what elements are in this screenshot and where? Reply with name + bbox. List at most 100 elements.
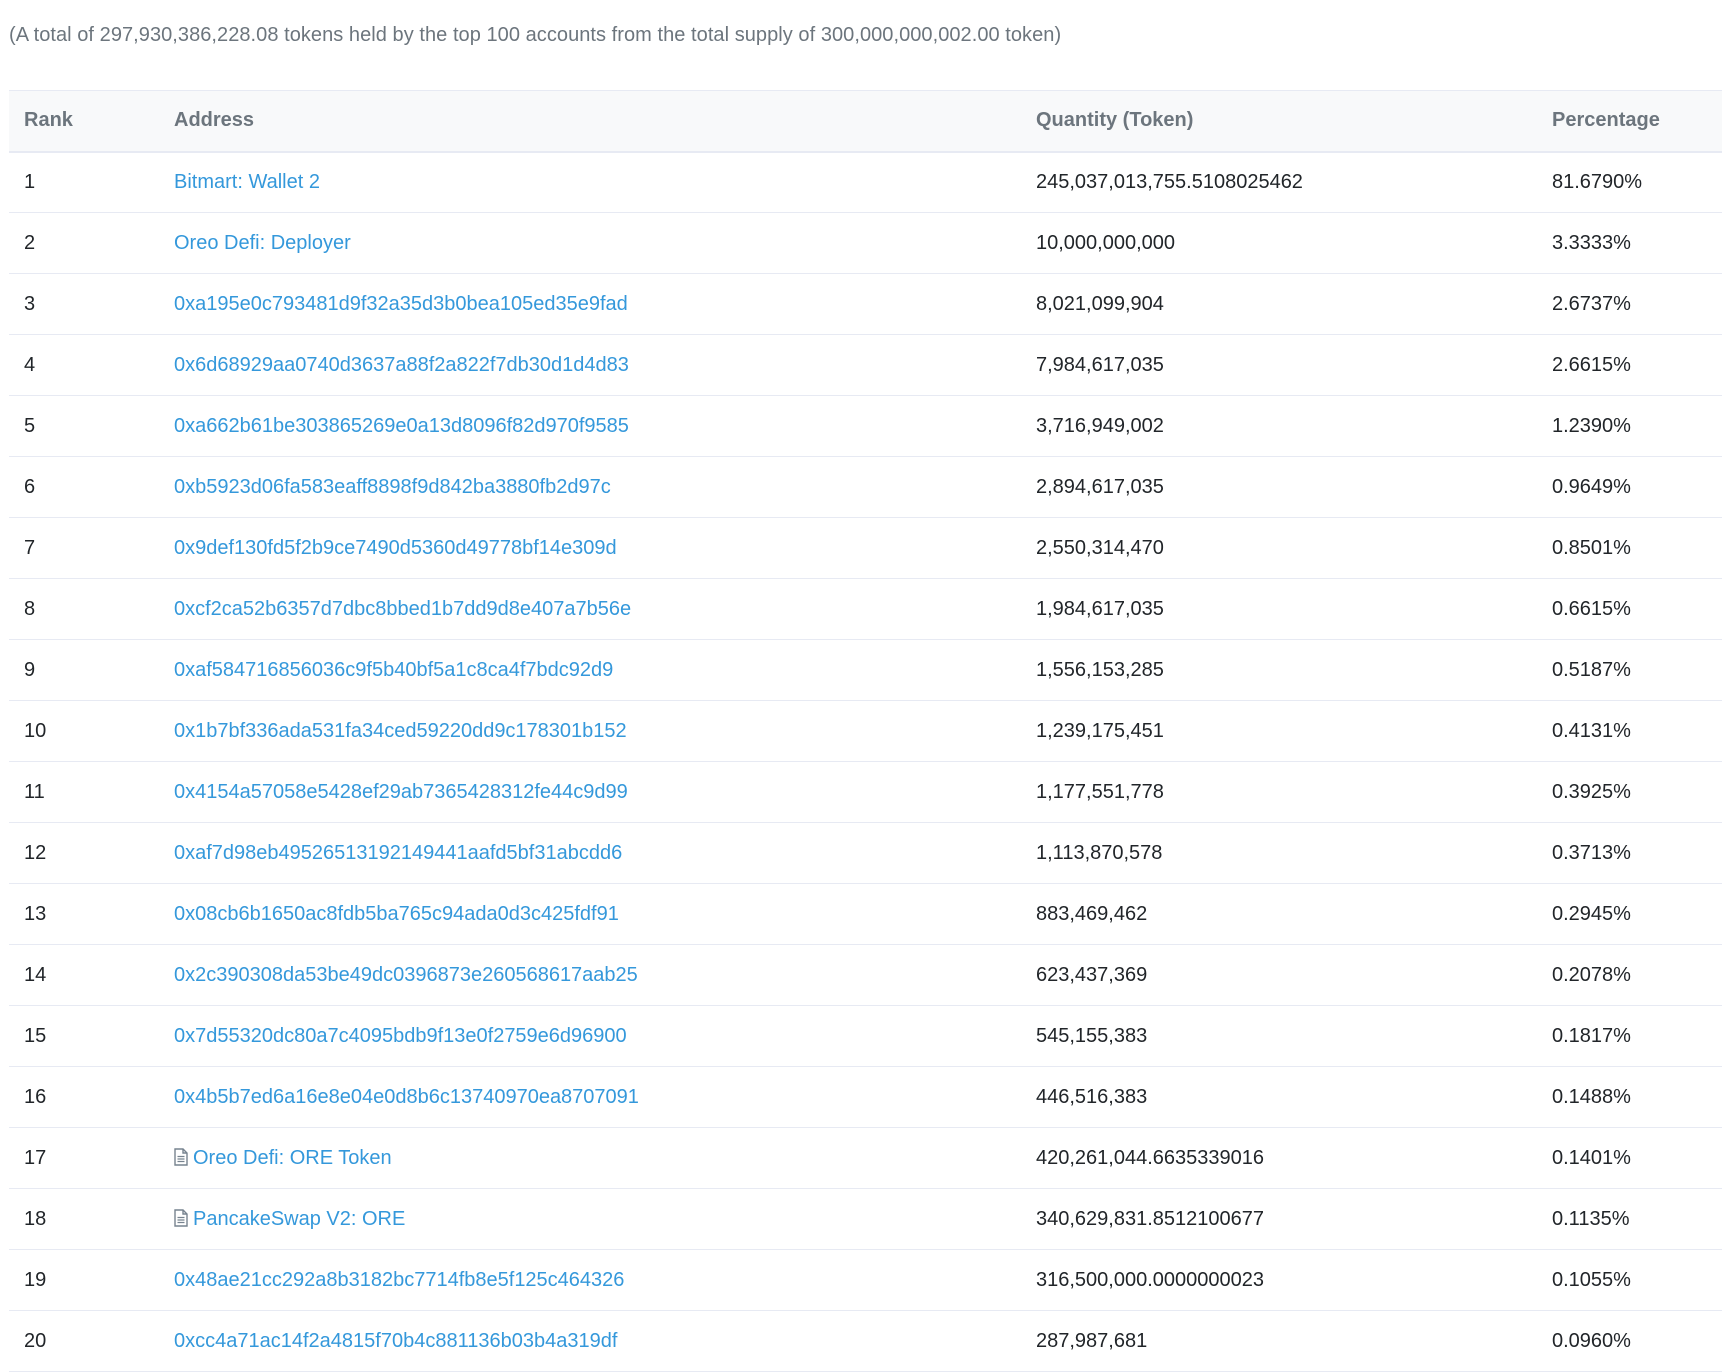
- percentage-cell: 3.3333%: [1552, 231, 1631, 254]
- table-row: 10 0x1b7bf336ada531fa34ced59220dd9c178301…: [9, 701, 1722, 762]
- quantity-cell: 3,716,949,002: [1036, 414, 1164, 437]
- table-row: 18 PancakeSwap V2: ORE 340,629,831.8512100…: [9, 1189, 1722, 1250]
- address-cell: 0xaf7d98eb49526513192149441aafd5bf31abcd…: [159, 823, 1021, 884]
- table-header: Rank Address Quantity (Token) Percentage: [9, 90, 1722, 152]
- table-row: 16 0x4b5b7ed6a16e8e04e0d8b6c13740970ea870…: [9, 1067, 1722, 1128]
- quantity-cell: 1,177,551,778: [1036, 780, 1164, 803]
- rank-cell: 18: [24, 1207, 47, 1230]
- table-row: 2 Oreo Defi: Deployer 10,000,000,000 3.3333…: [9, 213, 1722, 274]
- quantity-cell: 1,984,617,035: [1036, 597, 1164, 620]
- table-row: 7 0x9def130fd5f2b9ce7490d5360d49778bf14e3…: [9, 518, 1722, 579]
- percentage-cell: 0.6615%: [1552, 597, 1631, 620]
- address-link[interactable]: 0x6d68929aa0740d3637a88f2a822f7db30d1d4d…: [174, 354, 629, 376]
- percentage-cell: 0.3713%: [1552, 841, 1631, 864]
- address-link[interactable]: 0xa662b61be303865269e0a13d8096f82d970f95…: [174, 415, 629, 437]
- address-link[interactable]: 0xb5923d06fa583eaff8898f9d842ba3880fb2d9…: [174, 476, 611, 498]
- holders-summary: (A total of 297,930,386,228.08 tokens he…: [9, 24, 1062, 46]
- address-link[interactable]: 0xcf2ca52b6357d7dbc8bbed1b7dd9d8e407a7b5…: [174, 598, 631, 620]
- rank-cell: 13: [24, 902, 47, 925]
- rank-cell: 7: [24, 536, 36, 559]
- rank-cell: 20: [24, 1329, 47, 1352]
- rank-cell: 8: [24, 597, 36, 620]
- percentage-cell: 0.1488%: [1552, 1085, 1631, 1108]
- rank-cell: 4: [24, 353, 36, 376]
- address-cell: 0xcf2ca52b6357d7dbc8bbed1b7dd9d8e407a7b5…: [159, 579, 1021, 640]
- percentage-cell: 0.9649%: [1552, 475, 1631, 498]
- table-row: 14 0x2c390308da53be49dc0396873e260568617a…: [9, 945, 1722, 1006]
- table-body: 1 Bitmart: Wallet 2 245,037,013,755.510802…: [9, 152, 1722, 1372]
- table-row: 11 0x4154a57058e5428ef29ab7365428312fe44c…: [9, 762, 1722, 823]
- address-cell: 0xaf584716856036c9f5b40bf5a1c8ca4f7bdc92…: [159, 640, 1021, 701]
- quantity-cell: 287,987,681: [1036, 1329, 1148, 1352]
- table-row: 1 Bitmart: Wallet 2 245,037,013,755.510802…: [9, 152, 1722, 213]
- quantity-cell: 2,894,617,035: [1036, 475, 1164, 498]
- address-link[interactable]: 0x08cb6b1650ac8fdb5ba765c94ada0d3c425fdf…: [174, 903, 619, 925]
- address-link[interactable]: 0x9def130fd5f2b9ce7490d5360d49778bf14e30…: [174, 537, 617, 559]
- address-link[interactable]: Oreo Defi: ORE Token: [193, 1147, 392, 1169]
- percentage-cell: 1.2390%: [1552, 414, 1631, 437]
- table-row: 17 Oreo Defi: ORE Token 420,261,044.663533…: [9, 1128, 1722, 1189]
- address-cell: 0x2c390308da53be49dc0396873e260568617aab…: [159, 945, 1021, 1006]
- address-link[interactable]: 0x2c390308da53be49dc0396873e260568617aab…: [174, 964, 638, 986]
- rank-cell: 15: [24, 1024, 47, 1047]
- address-link[interactable]: Bitmart: Wallet 2: [174, 171, 320, 193]
- quantity-cell: 420,261,044.6635339016: [1036, 1146, 1265, 1169]
- address-link[interactable]: 0xaf7d98eb49526513192149441aafd5bf31abcd…: [174, 842, 622, 864]
- table-row: 15 0x7d55320dc80a7c4095bdb9f13e0f2759e6d9…: [9, 1006, 1722, 1067]
- address-link[interactable]: 0x7d55320dc80a7c4095bdb9f13e0f2759e6d969…: [174, 1025, 627, 1047]
- address-cell: 0x7d55320dc80a7c4095bdb9f13e0f2759e6d969…: [159, 1006, 1021, 1067]
- percentage-cell: 0.1135%: [1552, 1207, 1630, 1230]
- rank-cell: 3: [24, 292, 36, 315]
- rank-cell: 16: [24, 1085, 47, 1108]
- table-row: 19 0x48ae21cc292a8b3182bc7714fb8e5f125c46…: [9, 1250, 1722, 1311]
- file-icon: [174, 1208, 188, 1227]
- percentage-cell: 2.6737%: [1552, 292, 1631, 315]
- address-cell: 0x9def130fd5f2b9ce7490d5360d49778bf14e30…: [159, 518, 1021, 579]
- rank-cell: 10: [24, 719, 47, 742]
- table-row: 5 0xa662b61be303865269e0a13d8096f82d970f9…: [9, 396, 1722, 457]
- address-cell: PancakeSwap V2: ORE: [159, 1189, 1021, 1250]
- rank-cell: 1: [24, 170, 36, 193]
- quantity-cell: 245,037,013,755.5108025462: [1036, 170, 1303, 193]
- quantity-cell: 1,113,870,578: [1036, 841, 1163, 864]
- address-link[interactable]: PancakeSwap V2: ORE: [193, 1208, 405, 1230]
- rank-cell: 5: [24, 414, 36, 437]
- quantity-cell: 883,469,462: [1036, 902, 1148, 925]
- quantity-cell: 2,550,314,470: [1036, 536, 1164, 559]
- header-address: Address: [174, 109, 255, 132]
- address-cell: 0xb5923d06fa583eaff8898f9d842ba3880fb2d9…: [159, 457, 1021, 518]
- address-cell: 0x08cb6b1650ac8fdb5ba765c94ada0d3c425fdf…: [159, 884, 1021, 945]
- header-quantity: Quantity (Token): [1036, 109, 1194, 132]
- quantity-cell: 316,500,000.0000000023: [1036, 1268, 1265, 1291]
- address-cell: 0x1b7bf336ada531fa34ced59220dd9c178301b1…: [159, 701, 1021, 762]
- rank-cell: 6: [24, 475, 36, 498]
- percentage-cell: 0.5187%: [1552, 658, 1631, 681]
- table-row: 4 0x6d68929aa0740d3637a88f2a822f7db30d1d4…: [9, 335, 1722, 396]
- address-link[interactable]: 0x4154a57058e5428ef29ab7365428312fe44c9d…: [174, 781, 628, 803]
- header-rank: Rank: [24, 109, 73, 132]
- table-row: 20 0xcc4a71ac14f2a4815f70b4c881136b03b4a3…: [9, 1311, 1722, 1372]
- quantity-cell: 623,437,369: [1036, 963, 1148, 986]
- address-link[interactable]: 0x1b7bf336ada531fa34ced59220dd9c178301b1…: [174, 720, 627, 742]
- address-link[interactable]: 0xcc4a71ac14f2a4815f70b4c881136b03b4a319…: [174, 1330, 617, 1352]
- quantity-cell: 8,021,099,904: [1036, 292, 1164, 315]
- table-row: 3 0xa195e0c793481d9f32a35d3b0bea105ed35e9…: [9, 274, 1722, 335]
- percentage-cell: 0.1055%: [1552, 1268, 1631, 1291]
- address-cell: 0xa662b61be303865269e0a13d8096f82d970f95…: [159, 396, 1021, 457]
- percentage-cell: 0.2945%: [1552, 902, 1631, 925]
- rank-cell: 19: [24, 1268, 47, 1291]
- table-row: 13 0x08cb6b1650ac8fdb5ba765c94ada0d3c425f…: [9, 884, 1722, 945]
- quantity-cell: 10,000,000,000: [1036, 231, 1176, 254]
- file-icon: [174, 1147, 188, 1166]
- quantity-cell: 446,516,383: [1036, 1085, 1148, 1108]
- rank-cell: 12: [24, 841, 47, 864]
- quantity-cell: 1,239,175,451: [1036, 719, 1164, 742]
- address-link[interactable]: 0x48ae21cc292a8b3182bc7714fb8e5f125c4643…: [174, 1269, 624, 1291]
- address-link[interactable]: 0xa195e0c793481d9f32a35d3b0bea105ed35e9f…: [174, 293, 628, 315]
- rank-cell: 14: [24, 963, 47, 986]
- address-link[interactable]: 0x4b5b7ed6a16e8e04e0d8b6c13740970ea87070…: [174, 1086, 639, 1108]
- address-link[interactable]: 0xaf584716856036c9f5b40bf5a1c8ca4f7bdc92…: [174, 659, 613, 681]
- quantity-cell: 7,984,617,035: [1036, 353, 1164, 376]
- address-link[interactable]: Oreo Defi: Deployer: [174, 232, 351, 254]
- percentage-cell: 2.6615%: [1552, 353, 1631, 376]
